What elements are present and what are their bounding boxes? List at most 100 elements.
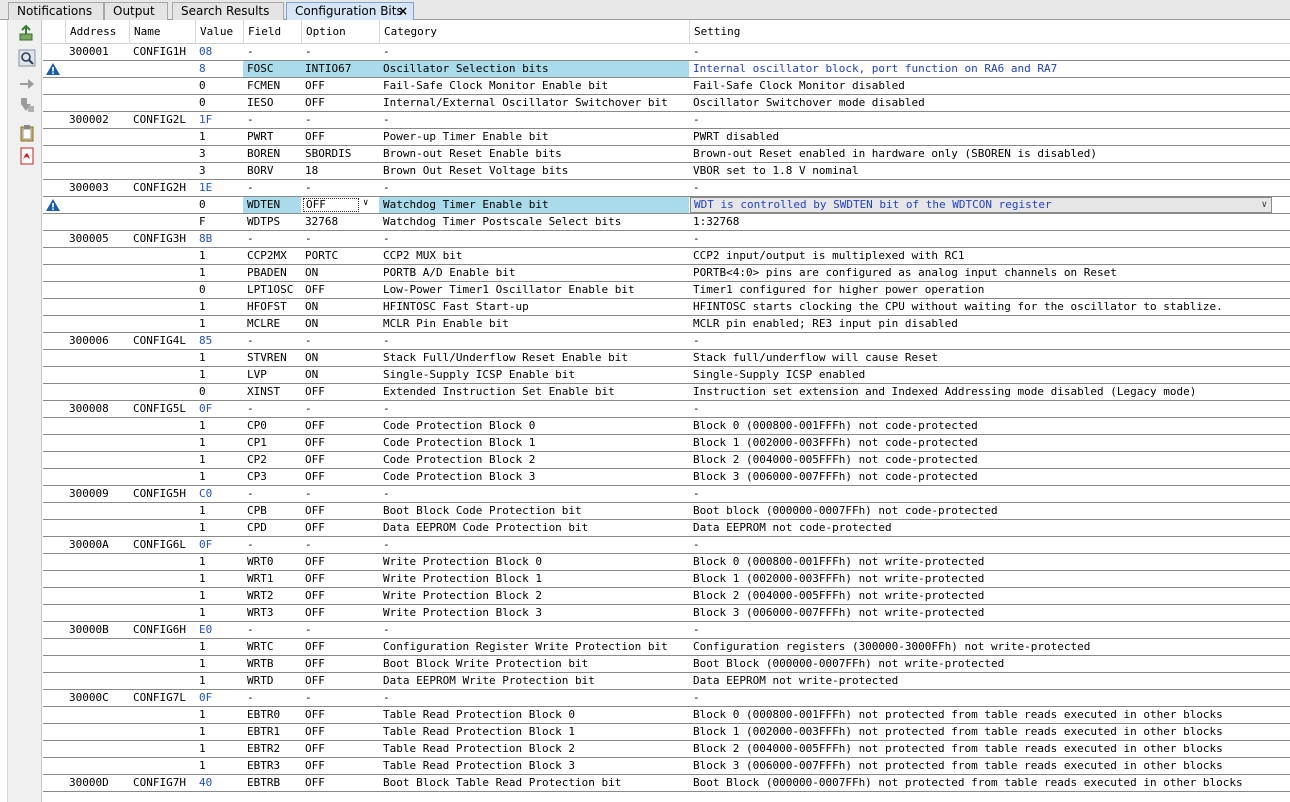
value-cell[interactable]: 1	[195, 299, 243, 315]
table-row[interactable]: 0 WDTEN OFF ∨ Watchdog Timer Enable bit WDT i…	[43, 197, 1290, 214]
table-row[interactable]: 3 BOREN SBORDIS Brown-out Reset Enable bits…	[43, 146, 1290, 163]
option-cell[interactable]: SBORDIS	[301, 146, 379, 162]
option-cell[interactable]: OFF	[301, 78, 379, 94]
tab-output[interactable]: Output	[104, 2, 168, 20]
tab-search-results[interactable]: Search Results	[172, 2, 284, 20]
table-row[interactable]: 1 PBADEN ON PORTB A/D Enable bit PORTB<4:0> …	[43, 265, 1290, 282]
table-row[interactable]: 1 EBTR3 OFF Table Read Protection Block 3 Bl…	[43, 758, 1290, 775]
option-cell[interactable]: -	[301, 690, 379, 706]
option-cell[interactable]: OFF	[301, 656, 379, 672]
value-cell[interactable]: 0F	[195, 401, 243, 417]
table-row[interactable]: 3 BORV 18 Brown Out Reset Voltage bits VBOR …	[43, 163, 1290, 180]
tab-configuration-bits[interactable]: Configuration Bits ×	[286, 2, 414, 20]
table-row[interactable]: 1 CP1 OFF Code Protection Block 1 Block 1 (0…	[43, 435, 1290, 452]
table-row[interactable]: 1 LVP ON Single-Supply ICSP Enable bit Singl…	[43, 367, 1290, 384]
value-cell[interactable]: 0F	[195, 690, 243, 706]
option-cell[interactable]: ON	[301, 350, 379, 366]
register-row[interactable]: 30000D CONFIG7H 40 EBTRB OFF Boot Block Table…	[43, 775, 1290, 792]
header-address[interactable]: Address	[65, 20, 129, 44]
option-cell[interactable]: -	[301, 622, 379, 638]
value-cell[interactable]: 3	[195, 163, 243, 179]
header-value[interactable]: Value	[195, 20, 243, 44]
value-cell[interactable]: 85	[195, 333, 243, 349]
option-cell[interactable]: ON	[301, 299, 379, 315]
option-cell[interactable]: OFF	[301, 707, 379, 723]
option-cell[interactable]: OFF	[301, 605, 379, 621]
value-cell[interactable]: 8B	[195, 231, 243, 247]
table-row[interactable]: 1 CP0 OFF Code Protection Block 0 Block 0 (0…	[43, 418, 1290, 435]
option-cell[interactable]: PORTC	[301, 248, 379, 264]
value-cell[interactable]: 1	[195, 316, 243, 332]
table-row[interactable]: 1 WRT2 OFF Write Protection Block 2 Block 2 …	[43, 588, 1290, 605]
value-cell[interactable]: 1	[195, 656, 243, 672]
option-cell[interactable]: 32768	[301, 214, 379, 230]
register-row[interactable]: 30000C CONFIG7L 0F - - - -	[43, 690, 1290, 707]
tab-notifications[interactable]: Notifications	[8, 2, 104, 20]
option-cell[interactable]: OFF	[301, 520, 379, 536]
value-cell[interactable]: 8	[195, 61, 243, 77]
register-row[interactable]: 300008 CONFIG5L 0F - - - -	[43, 401, 1290, 418]
value-cell[interactable]: 0	[195, 197, 243, 213]
table-row[interactable]: 1 CPD OFF Data EEPROM Code Protection bit Da…	[43, 520, 1290, 537]
arrow-down-icon[interactable]	[18, 96, 36, 114]
value-cell[interactable]: 0F	[195, 537, 243, 553]
register-row[interactable]: 30000B CONFIG6H E0- - - -	[43, 622, 1290, 639]
table-row[interactable]: 1 STVREN ON Stack Full/Underflow Reset Enab…	[43, 350, 1290, 367]
option-cell[interactable]: -	[301, 333, 379, 349]
table-row[interactable]: 1 HFOFST ON HFINTOSC Fast Start-up HFINTOSC …	[43, 299, 1290, 316]
value-cell[interactable]: 1	[195, 554, 243, 570]
option-cell[interactable]: OFF	[301, 639, 379, 655]
option-cell[interactable]: -	[301, 401, 379, 417]
setting-dropdown[interactable]: WDT is controlled by SWDTEN bit of the W…	[690, 197, 1272, 213]
table-row[interactable]: 1 WRTB OFF Boot Block Write Protection bit B…	[43, 656, 1290, 673]
search-icon[interactable]	[18, 49, 36, 67]
value-cell[interactable]: 1	[195, 265, 243, 281]
table-row[interactable]: 1 EBTR0 OFF Table Read Protection Block 0 Bl…	[43, 707, 1290, 724]
table-row[interactable]: 1 CPB OFF Boot Block Code Protection bit Boo…	[43, 503, 1290, 520]
value-cell[interactable]: 1	[195, 605, 243, 621]
header-option[interactable]: Option	[301, 20, 379, 44]
value-cell[interactable]: 08	[195, 44, 243, 60]
option-dropdown[interactable]: OFF	[303, 198, 359, 212]
option-cell[interactable]: 18	[301, 163, 379, 179]
value-cell[interactable]: 40	[195, 775, 243, 791]
value-cell[interactable]: C0	[195, 486, 243, 502]
value-cell[interactable]: 1	[195, 588, 243, 604]
table-row[interactable]: 8 FOSC INTIO67 Oscillator Selection bits Int…	[43, 61, 1290, 78]
table-row[interactable]: 1 WRTC OFF Configuration Register Write Pro…	[43, 639, 1290, 656]
option-cell[interactable]: OFF	[301, 724, 379, 740]
value-cell[interactable]: 0	[195, 384, 243, 400]
option-cell[interactable]: -	[301, 180, 379, 196]
table-row[interactable]: 0 IESO OFF Internal/External Oscillator Swi…	[43, 95, 1290, 112]
header-name[interactable]: Name	[129, 20, 195, 44]
table-row[interactable]: 1 WRTD OFF Data EEPROM Write Protection bit…	[43, 673, 1290, 690]
option-cell[interactable]: OFF	[301, 95, 379, 111]
table-row[interactable]: 1 MCLRE ON MCLR Pin Enable bit MCLR pin enab…	[43, 316, 1290, 333]
header-category[interactable]: Category	[379, 20, 689, 44]
option-cell[interactable]: OFF	[301, 418, 379, 434]
value-cell[interactable]: 1	[195, 248, 243, 264]
table-row[interactable]: 0 XINST OFF Extended Instruction Set Enable…	[43, 384, 1290, 401]
table-row[interactable]: 1 PWRT OFF Power-up Timer Enable bit PWRT di…	[43, 129, 1290, 146]
arrow-right-icon[interactable]	[18, 74, 36, 92]
option-cell[interactable]: -	[301, 112, 379, 128]
value-cell[interactable]: 1	[195, 350, 243, 366]
table-row[interactable]: 1 EBTR1 OFF Table Read Protection Block 1 Bl…	[43, 724, 1290, 741]
table-row[interactable]: 0 FCMEN OFF Fail-Safe Clock Monitor Enable …	[43, 78, 1290, 95]
close-icon[interactable]: ×	[398, 3, 408, 20]
option-cell[interactable]: ON	[301, 316, 379, 332]
option-cell[interactable]: OFF	[301, 554, 379, 570]
option-cell[interactable]: OFF	[301, 571, 379, 587]
option-cell[interactable]: OFF	[301, 384, 379, 400]
value-cell[interactable]: 1	[195, 571, 243, 587]
value-cell[interactable]: 1	[195, 741, 243, 757]
option-cell[interactable]: INTIO67	[301, 61, 379, 77]
option-cell[interactable]: OFF	[301, 282, 379, 298]
table-row[interactable]: F WDTPS 32768 Watchdog Timer Postscale Sele…	[43, 214, 1290, 231]
option-cell[interactable]: -	[301, 44, 379, 60]
register-row[interactable]: 300003 CONFIG2H 1E - - - -	[43, 180, 1290, 197]
option-cell[interactable]: OFF	[301, 469, 379, 485]
value-cell[interactable]: 1	[195, 520, 243, 536]
option-cell[interactable]: OFF	[301, 452, 379, 468]
value-cell[interactable]: 1	[195, 129, 243, 145]
